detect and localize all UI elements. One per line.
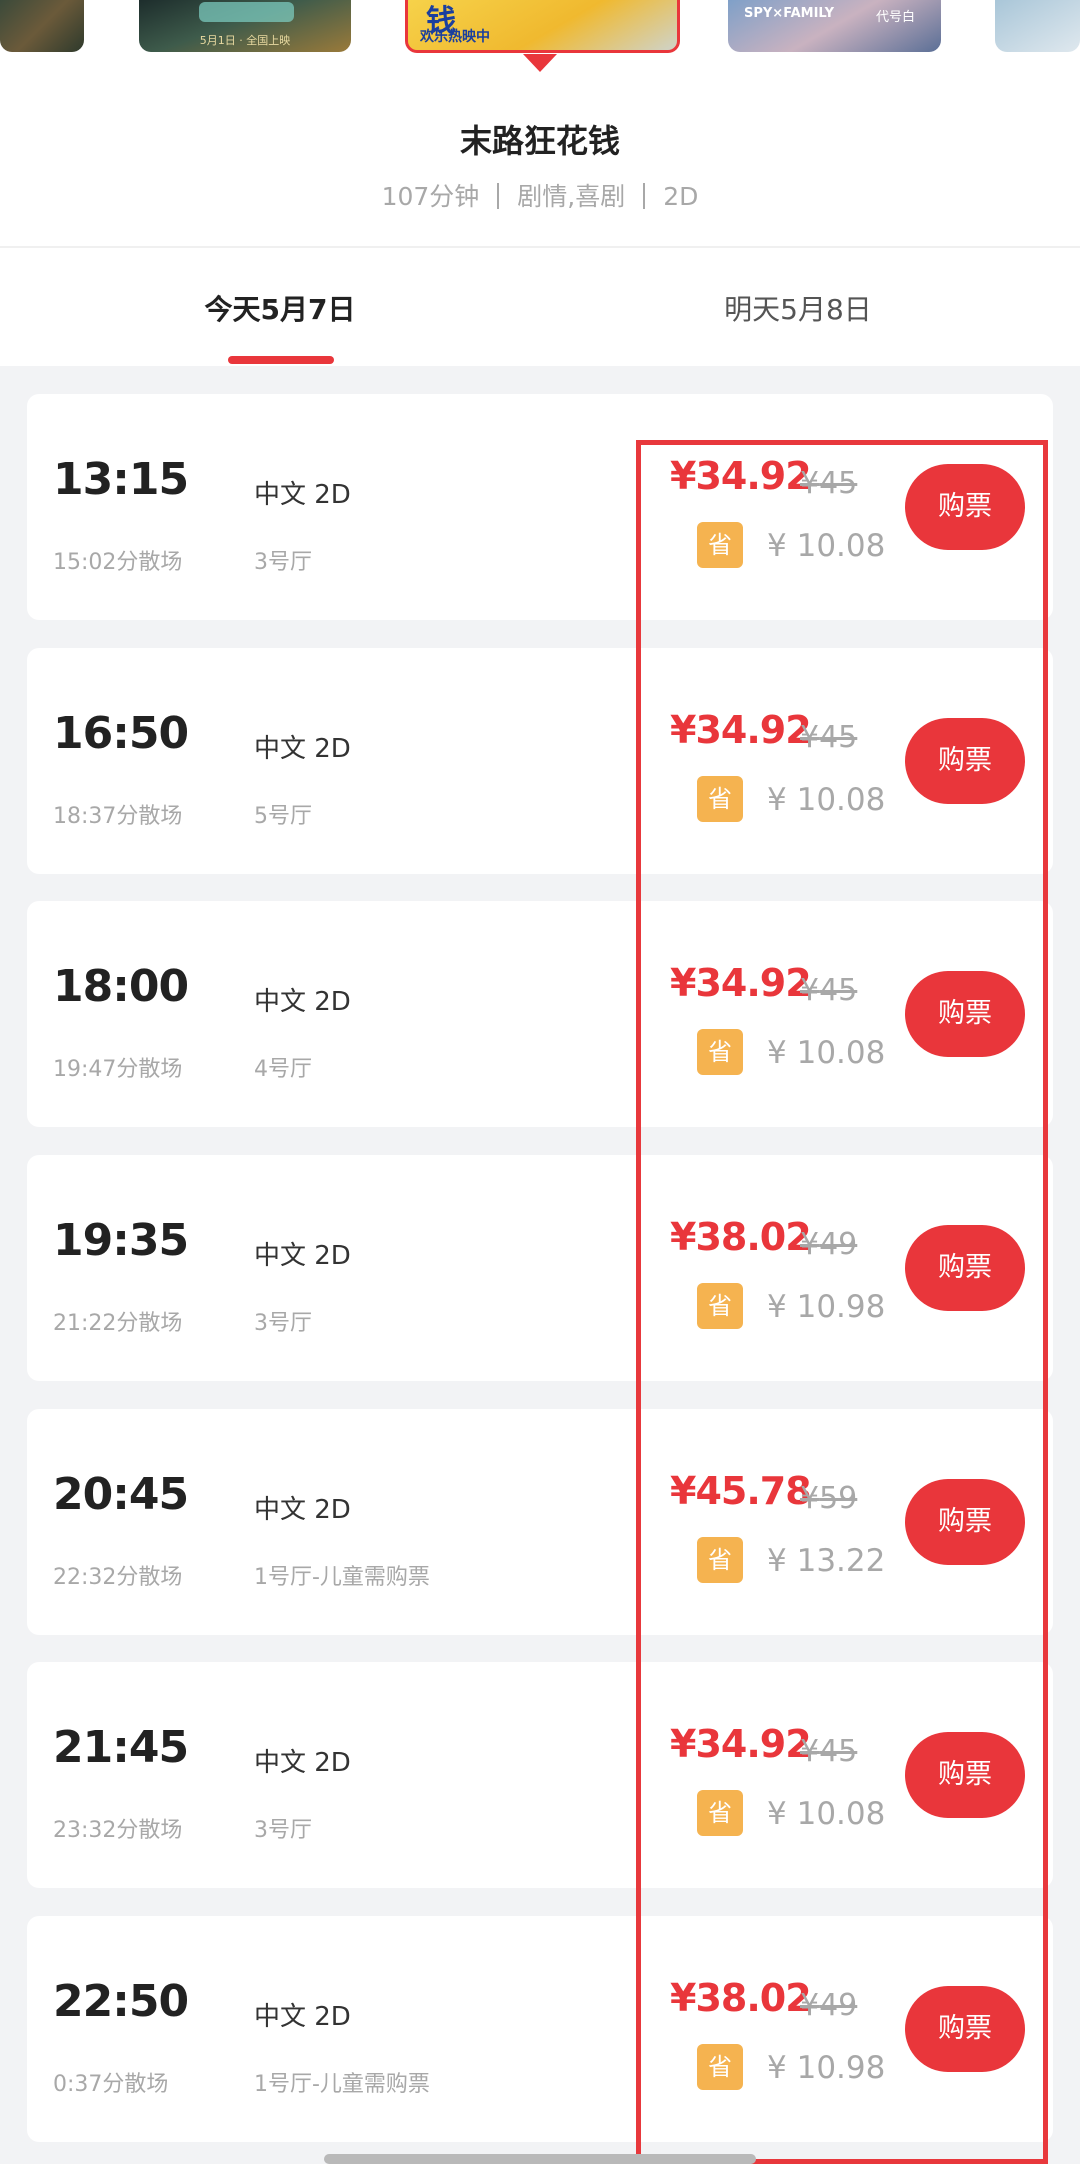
showtime-language: 中文 2D: [254, 2002, 351, 2032]
showtime-language: 中文 2D: [254, 480, 351, 510]
showtime-hall: 1号厅-儿童需购票: [254, 2072, 430, 2097]
poster-caption: SPY×FAMILY: [744, 6, 835, 21]
showtime-language: 中文 2D: [254, 1241, 351, 1271]
showtime-start: 22:50: [53, 1976, 189, 2027]
showtime-language: 中文 2D: [254, 987, 351, 1017]
showtime-start: 21:45: [53, 1722, 189, 1773]
date-tabs: 今天5月7日 明天5月8日: [0, 248, 1080, 366]
showtime-hall: 1号厅-儿童需购票: [254, 1565, 430, 1590]
showtime-end: 0:37分散场: [53, 2072, 169, 2097]
movie-info: 末路狂花钱 107分钟 剧情,喜剧 2D: [0, 80, 1080, 248]
showtime-start: 13:15: [53, 454, 189, 505]
showtime-end: 19:47分散场: [53, 1057, 183, 1082]
movie-duration: 107分钟: [381, 182, 480, 211]
showtime-end: 22:32分散场: [53, 1565, 183, 1590]
selected-poster-indicator-icon: [523, 54, 557, 72]
showtime-hall: 4号厅: [254, 1057, 312, 1082]
home-indicator[interactable]: [324, 2154, 756, 2164]
showtime-start: 20:45: [53, 1469, 189, 1520]
movie-title: 末路狂花钱: [459, 122, 620, 160]
showtime-start: 18:00: [53, 961, 189, 1012]
poster-partial-right[interactable]: [995, 0, 1080, 52]
showtime-end: 15:02分散场: [53, 550, 183, 575]
showtime-end: 18:37分散场: [53, 804, 183, 829]
meta-divider: [643, 183, 646, 209]
poster-caption: 欢乐热映中: [420, 29, 490, 45]
showtime-start: 16:50: [53, 708, 189, 759]
showtime-language: 中文 2D: [254, 1748, 351, 1778]
poster-carousel[interactable]: 5月1日 · 全国上映 钱 欢乐热映中 SPY×FAMILY 代号白: [0, 0, 1080, 80]
showtime-end: 23:32分散场: [53, 1818, 183, 1843]
poster-caption-secondary: 代号白: [875, 10, 915, 25]
poster-caption: 5月1日 · 全国上映: [199, 34, 291, 47]
showtime-hall: 5号厅: [254, 804, 312, 829]
movie-meta: 107分钟 剧情,喜剧 2D: [0, 177, 1080, 213]
active-tab-indicator: [228, 356, 334, 364]
poster-partial-left[interactable]: [0, 0, 84, 52]
showtime-end: 21:22分散场: [53, 1311, 183, 1336]
poster-selected[interactable]: 钱 欢乐热映中: [405, 0, 680, 53]
meta-divider: [497, 183, 500, 209]
showtime-hall: 3号厅: [254, 1818, 312, 1843]
poster-spy-family[interactable]: SPY×FAMILY 代号白: [728, 0, 941, 52]
showtime-start: 19:35: [53, 1215, 189, 1266]
tab-tomorrow[interactable]: 明天5月8日: [668, 288, 928, 328]
showtime-hall: 3号厅: [254, 550, 312, 575]
tab-today[interactable]: 今天5月7日: [150, 288, 410, 328]
showtime-hall: 3号厅: [254, 1311, 312, 1336]
showtime-language: 中文 2D: [254, 734, 351, 764]
poster-title-graphic: [199, 2, 294, 22]
poster-adjacent-left[interactable]: 5月1日 · 全国上映: [139, 0, 351, 52]
movie-genres: 剧情,喜剧: [517, 182, 626, 211]
price-highlight-frame: [636, 440, 1048, 2164]
showtime-language: 中文 2D: [254, 1495, 351, 1525]
movie-format: 2D: [663, 182, 699, 211]
